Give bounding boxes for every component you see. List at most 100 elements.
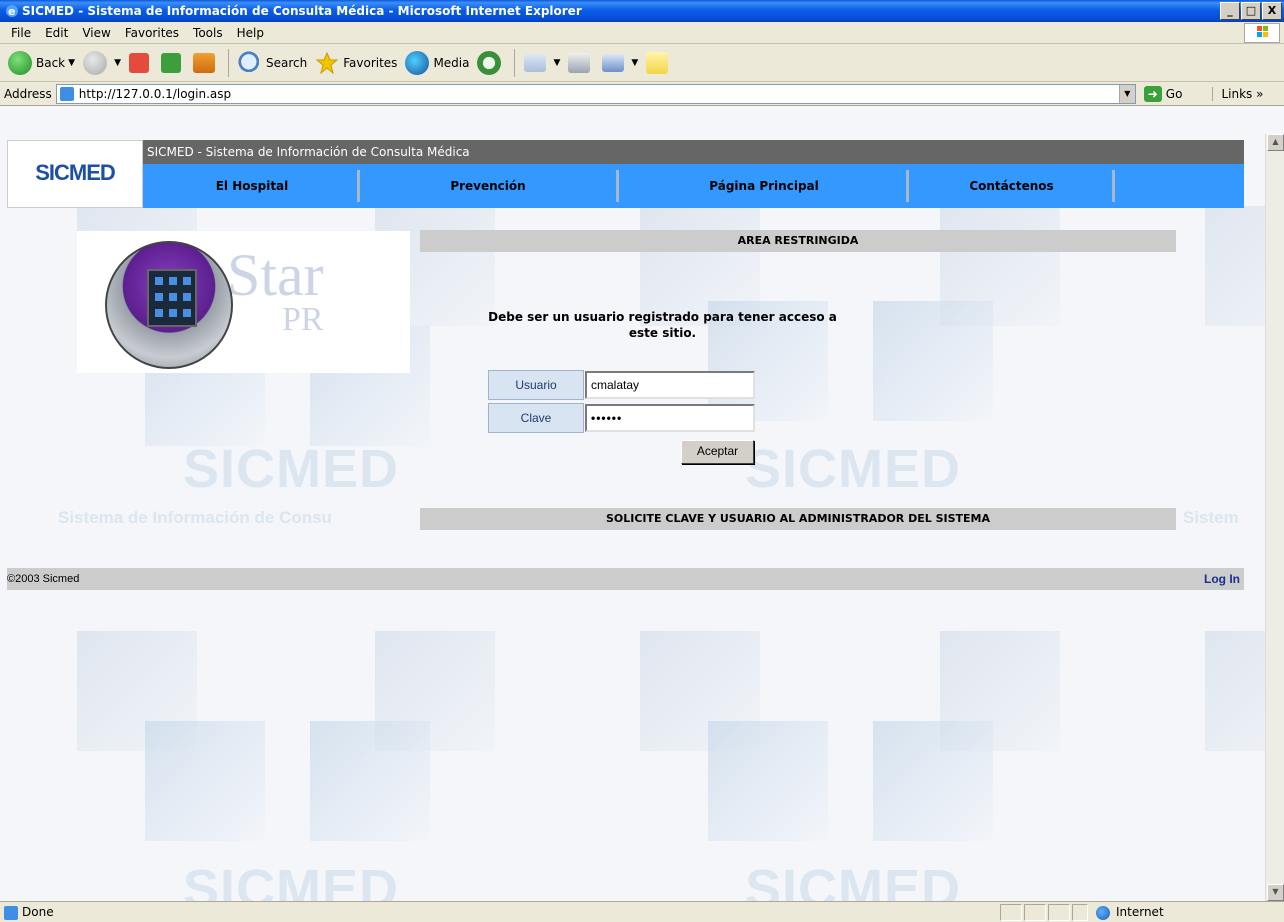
chevron-down-icon[interactable]: ▼: [553, 58, 560, 68]
forward-arrow-icon: [83, 50, 108, 75]
status-panel: [1072, 904, 1088, 921]
globe-icon: [1096, 906, 1110, 920]
go-label: Go: [1165, 86, 1183, 101]
notes-button[interactable]: [642, 48, 676, 78]
menu-help[interactable]: Help: [230, 26, 271, 40]
status-label: Done: [22, 905, 54, 919]
window-title-bar[interactable]: e SICMED - Sistema de Información de Con…: [0, 0, 1284, 22]
go-arrow-icon: ➜: [1143, 85, 1162, 102]
background-photo: [145, 721, 265, 841]
back-label: Back: [36, 55, 66, 70]
search-label: Search: [265, 55, 308, 70]
address-bar: Address http://127.0.0.1/login.asp ▼ ➜ G…: [0, 82, 1284, 106]
menu-favorites[interactable]: Favorites: [118, 26, 186, 40]
monitor-icon: [147, 269, 197, 327]
hero-star-text: Star: [227, 242, 324, 308]
scroll-up-icon[interactable]: ▲: [1267, 134, 1284, 151]
page-footer: ©2003 Sicmed Log In: [7, 568, 1244, 590]
toolbar-separator: [514, 48, 516, 77]
nav-prevencion[interactable]: Prevención: [360, 164, 616, 208]
password-input[interactable]: ••••••: [585, 404, 755, 432]
star-icon: [315, 51, 339, 75]
home-icon: [192, 52, 215, 73]
printer-icon: [568, 52, 591, 73]
minimize-button[interactable]: _: [1220, 2, 1240, 20]
main-navigation: El Hospital Prevención Página Principal …: [143, 164, 1244, 208]
scroll-down-icon[interactable]: ▼: [1267, 884, 1284, 901]
username-input[interactable]: cmalatay: [585, 371, 755, 399]
sticky-note-icon: [646, 51, 669, 74]
search-icon: [237, 50, 262, 75]
stop-button[interactable]: [125, 48, 157, 78]
toolbar-separator: [227, 48, 229, 77]
watermark-subtitle: Sistema de Información de Consu: [58, 508, 332, 527]
vertical-scrollbar[interactable]: ▲ ▼: [1265, 134, 1284, 901]
maximize-button[interactable]: □: [1241, 2, 1261, 20]
home-button[interactable]: [189, 48, 223, 78]
restricted-area-heading: AREA RESTRINGIDA: [420, 230, 1176, 252]
status-panel: [1048, 904, 1070, 921]
history-button[interactable]: [473, 48, 509, 78]
background-photo: [310, 721, 430, 841]
page-done-icon: [4, 906, 18, 920]
back-button[interactable]: Back ▼: [4, 48, 79, 78]
nav-separator: [1112, 170, 1115, 202]
menu-tools[interactable]: Tools: [186, 26, 230, 40]
refresh-icon: [160, 52, 181, 73]
media-button[interactable]: Media: [401, 48, 473, 78]
mail-button[interactable]: ▼: [520, 48, 564, 78]
chevron-down-icon[interactable]: ▼: [68, 58, 75, 68]
favorites-label: Favorites: [343, 55, 398, 70]
status-panel: [1024, 904, 1046, 921]
login-message: Debe ser un usuario registrado para tene…: [488, 310, 837, 340]
links-label: Links: [1221, 86, 1253, 101]
address-input[interactable]: http://127.0.0.1/login.asp ▼: [55, 83, 1136, 104]
watermark-sicmed: SICMED: [183, 439, 400, 499]
windows-logo-icon: [1244, 23, 1280, 43]
go-button[interactable]: ➜ Go: [1143, 85, 1183, 102]
address-label: Address: [4, 86, 52, 101]
window-title: SICMED - Sistema de Información de Consu…: [22, 4, 582, 18]
search-button[interactable]: Search: [234, 48, 311, 78]
background-photo: [873, 721, 993, 841]
address-url: http://127.0.0.1/login.asp: [78, 86, 232, 101]
menu-bar: File Edit View Favorites Tools Help: [0, 22, 1284, 44]
standard-toolbar: Back ▼ ▼ Search Favorites Media ▼ ▼: [0, 44, 1284, 82]
favorites-button[interactable]: Favorites: [311, 48, 401, 78]
refresh-button[interactable]: [157, 48, 189, 78]
menu-view[interactable]: View: [75, 26, 117, 40]
site-header: SICMED SICMED - Sistema de Información d…: [7, 140, 1244, 208]
chevron-down-icon[interactable]: ▼: [631, 58, 638, 68]
hero-image: Star PR: [77, 231, 410, 373]
header-title: SICMED - Sistema de Información de Consu…: [143, 140, 1244, 164]
watermark-subtitle: Sistem: [1183, 508, 1239, 527]
print-button[interactable]: [564, 48, 598, 78]
status-bar: Done Internet: [0, 901, 1284, 922]
nav-contactenos[interactable]: Contáctenos: [909, 164, 1114, 208]
back-arrow-icon: [8, 50, 32, 75]
ie-icon: e: [4, 3, 20, 19]
copyright-text: ©2003 Sicmed: [7, 573, 80, 585]
menu-file[interactable]: File: [4, 26, 38, 40]
status-panel: [1000, 904, 1022, 921]
site-logo[interactable]: SICMED: [7, 140, 143, 208]
stop-icon: [128, 52, 149, 73]
page-icon: [59, 86, 74, 101]
accept-button[interactable]: Aceptar: [681, 440, 754, 464]
chevron-down-icon[interactable]: ▼: [1118, 84, 1135, 103]
nav-pagina-principal[interactable]: Página Principal: [619, 164, 909, 208]
chevron-down-icon[interactable]: ▼: [114, 58, 121, 68]
links-button[interactable]: Links »: [1212, 86, 1263, 101]
menu-edit[interactable]: Edit: [38, 26, 75, 40]
edit-button[interactable]: ▼: [598, 48, 642, 78]
nav-el-hospital[interactable]: El Hospital: [143, 164, 361, 208]
watermark-sicmed: SICMED: [745, 859, 962, 901]
watermark-sicmed: SICMED: [745, 439, 962, 499]
close-button[interactable]: X: [1262, 2, 1282, 20]
log-in-link[interactable]: Log In: [1204, 568, 1240, 590]
svg-text:e: e: [8, 5, 15, 18]
status-text: Done: [4, 904, 54, 921]
forward-button[interactable]: ▼: [79, 48, 125, 78]
hero-pr-text: PR: [282, 301, 324, 338]
media-icon: [405, 50, 430, 75]
